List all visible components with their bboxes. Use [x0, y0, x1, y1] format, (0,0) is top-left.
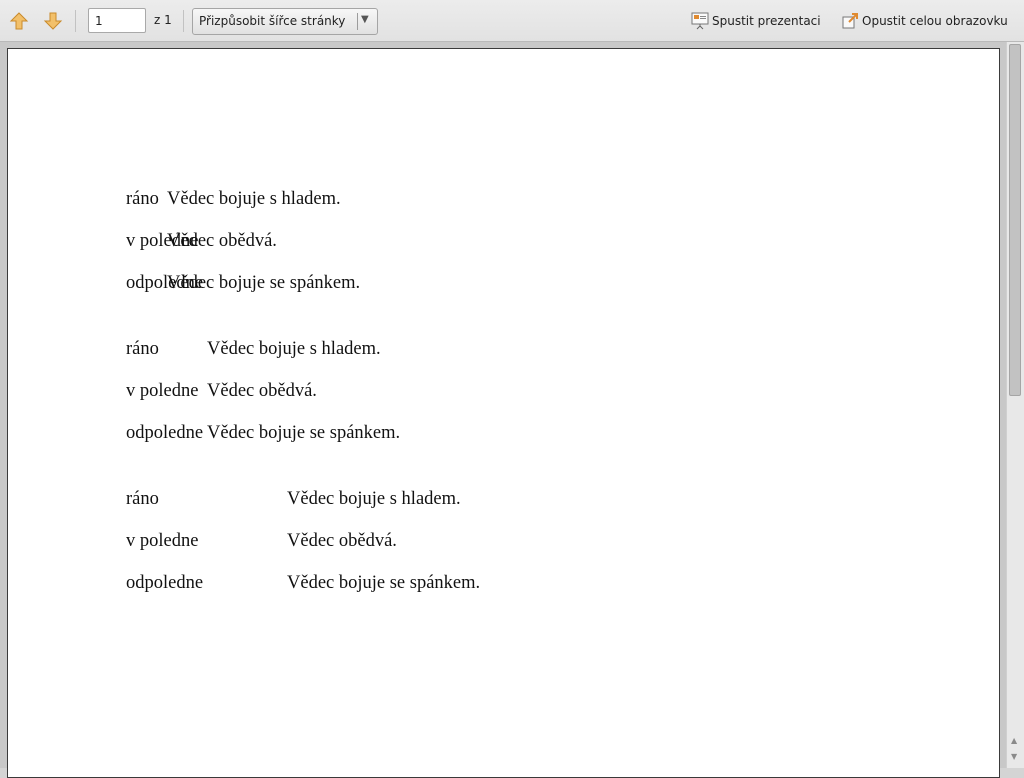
- zoom-select[interactable]: Přizpůsobit šířce stránky ▼: [192, 8, 378, 35]
- table1-row1-text: Vědec bojuje s hladem.: [167, 189, 341, 209]
- table3-row1-text: Vědec bojuje s hladem.: [287, 489, 461, 509]
- vertical-scrollbar[interactable]: ▲ ▼: [1006, 42, 1024, 768]
- zoom-select-divider: [357, 13, 358, 30]
- next-page-button[interactable]: [40, 8, 66, 34]
- start-presentation-label: Spustit prezentaci: [712, 14, 821, 28]
- document-page: ráno Vědec bojuje s hladem. v poledne Vě…: [7, 48, 1000, 778]
- table2-row2-time: v poledne: [126, 381, 199, 401]
- table3-row3-time: odpoledne: [126, 573, 204, 593]
- previous-page-button[interactable]: [6, 8, 32, 34]
- table2-row1-text: Vědec bojuje s hladem.: [207, 339, 381, 359]
- table3-row2-time: v poledne: [126, 531, 199, 551]
- exit-fullscreen-button[interactable]: Opustit celou obrazovku: [840, 10, 1008, 32]
- scroll-up-icon[interactable]: ▲: [1011, 736, 1017, 745]
- presentation-icon: [690, 11, 710, 31]
- toolbar-separator: [75, 10, 76, 32]
- table1-row1-time: ráno: [126, 189, 159, 209]
- chevron-down-icon: ▼: [361, 14, 369, 25]
- page-total-label: z 1: [154, 13, 172, 27]
- exit-fullscreen-icon: [840, 11, 860, 31]
- table1-row3-text: Vědec bojuje se spánkem.: [167, 273, 361, 293]
- table2-row1-time: ráno: [126, 339, 159, 359]
- table2-row3-text: Vědec bojuje se spánkem.: [207, 423, 401, 443]
- table1-row2-text: Vědec obědvá.: [167, 231, 277, 251]
- table3-row1-time: ráno: [126, 489, 159, 509]
- document-viewport: ráno Vědec bojuje s hladem. v poledne Vě…: [0, 42, 1006, 778]
- table3-row3-text: Vědec bojuje se spánkem.: [287, 573, 481, 593]
- arrow-up-icon: [9, 12, 29, 30]
- arrow-down-icon: [43, 12, 63, 30]
- table2-row3-time: odpoledne: [126, 423, 204, 443]
- toolbar-separator: [183, 10, 184, 32]
- start-presentation-button[interactable]: Spustit prezentaci: [690, 10, 821, 32]
- table2-row2-text: Vědec obědvá.: [207, 381, 317, 401]
- exit-fullscreen-label: Opustit celou obrazovku: [862, 14, 1008, 28]
- scrollbar-thumb[interactable]: [1009, 44, 1021, 396]
- zoom-select-value: Přizpůsobit šířce stránky: [199, 14, 346, 28]
- toolbar: z 1 Přizpůsobit šířce stránky ▼ Spustit …: [0, 0, 1024, 42]
- table3-row2-text: Vědec obědvá.: [287, 531, 397, 551]
- page-number-input[interactable]: [88, 8, 146, 33]
- scroll-down-icon[interactable]: ▼: [1011, 752, 1017, 761]
